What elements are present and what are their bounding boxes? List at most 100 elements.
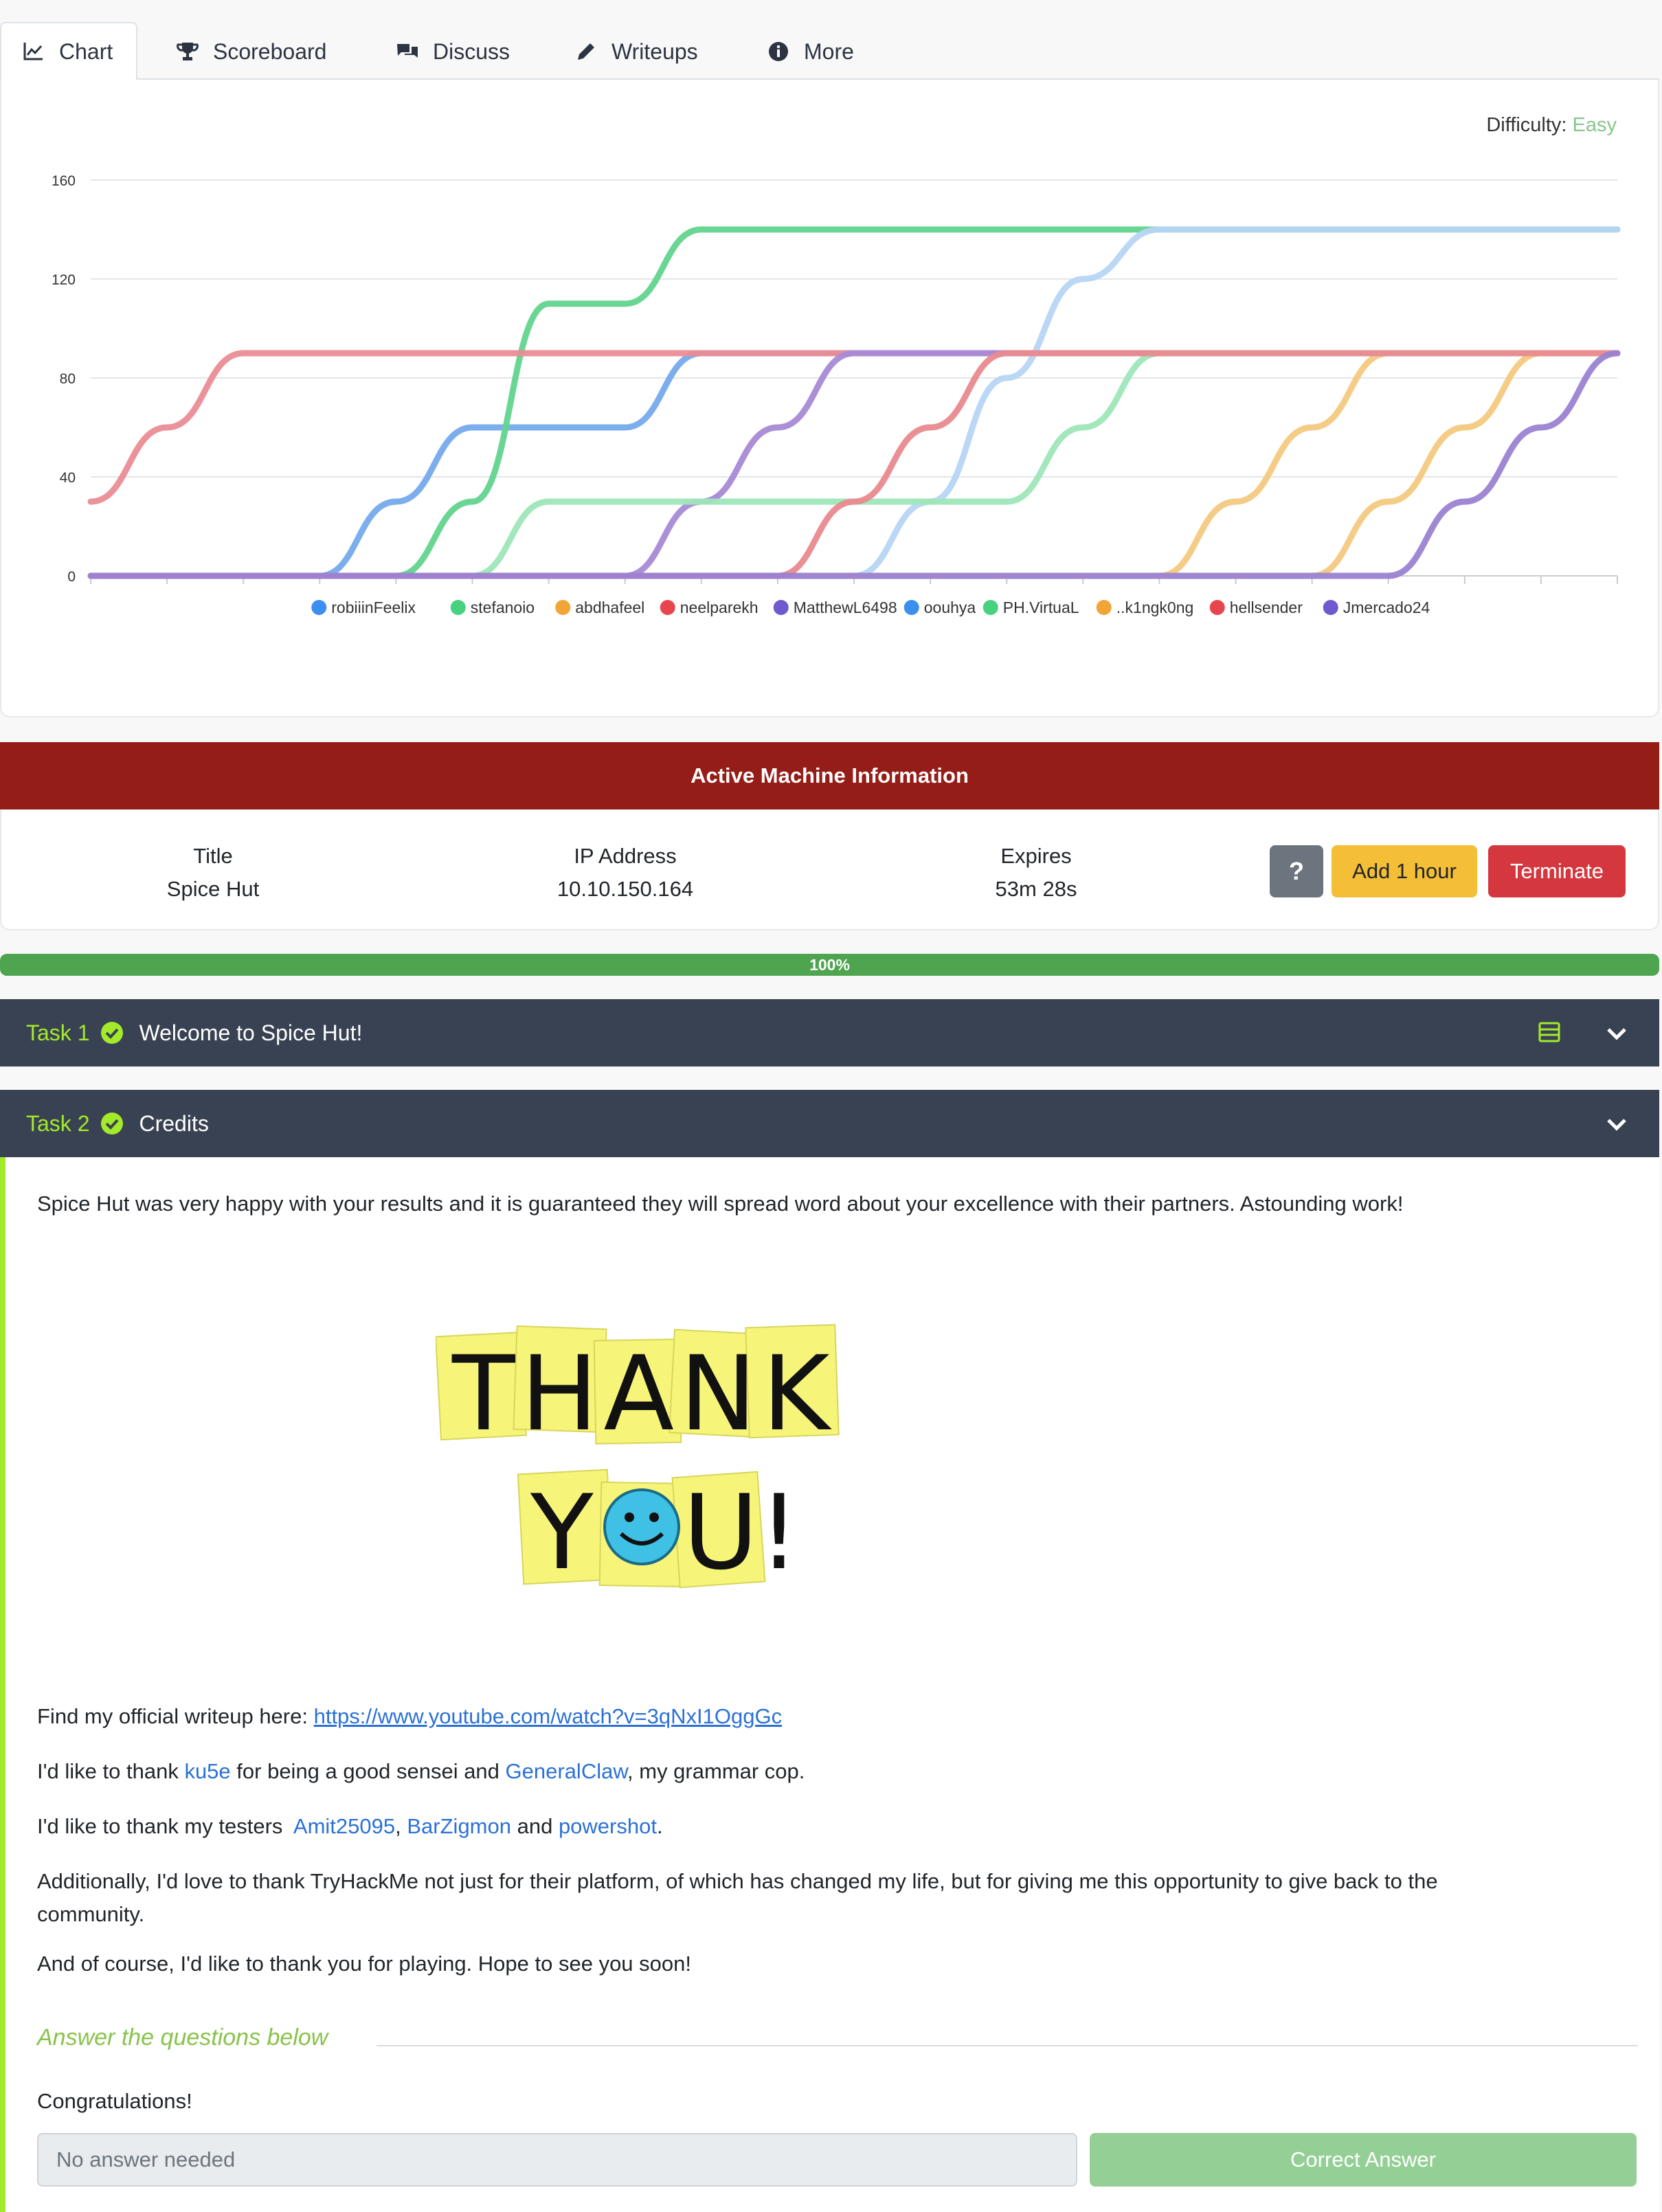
active-machine-title: Active Machine Information xyxy=(690,763,969,787)
active-machine-panel: Title Spice Hut IP Address 10.10.150.164… xyxy=(0,809,1659,930)
y-tick-label: 120 xyxy=(52,272,76,288)
chart-card: Difficulty: Easy 0 40 80 120 160 robiiinFeeli… xyxy=(0,80,1659,717)
tab-label: More xyxy=(804,38,854,64)
check-circle-icon xyxy=(101,1022,124,1044)
legend-label[interactable]: Jmercado24 xyxy=(1343,599,1430,616)
machine-title-label: Title xyxy=(193,844,233,868)
legend-marker[interactable] xyxy=(1209,600,1225,615)
add-hour-button[interactable]: Add 1 hour xyxy=(1332,845,1477,897)
series-line xyxy=(87,350,1621,579)
legend-label[interactable]: ..k1ngk0ng xyxy=(1116,599,1194,616)
series-line xyxy=(87,226,1621,579)
legend-marker[interactable] xyxy=(982,600,998,615)
progress-chart: 0 40 80 120 160 robiiinFeelix stefanoio abdhafe… xyxy=(52,173,1621,616)
additional-line-1: Additionally, I'd love to thank TryHackM… xyxy=(37,1869,1438,1893)
writeup-line: Find my official writeup here: https://w… xyxy=(37,1700,782,1733)
tab-chart[interactable]: Chart xyxy=(0,22,138,81)
chart-line-icon xyxy=(23,43,43,60)
you-text-end: U! xyxy=(683,1473,800,1593)
chevron-down-icon[interactable] xyxy=(1603,1020,1630,1047)
task-title: Credits xyxy=(139,1110,209,1136)
info-circle-icon xyxy=(769,42,788,61)
series-line xyxy=(87,350,1621,579)
comments-icon xyxy=(397,44,418,58)
legend-label[interactable]: hellsender xyxy=(1230,599,1303,616)
thank-you-image: THANK Y U! xyxy=(436,1323,840,1593)
correct-answer-button[interactable]: Correct Answer xyxy=(1090,2133,1637,2187)
pencil-icon xyxy=(578,43,594,60)
machine-title-block: Title Spice Hut xyxy=(76,840,350,906)
expires-label: Expires xyxy=(1000,844,1072,868)
tab-writeups[interactable]: Writeups xyxy=(574,23,698,80)
legend-marker[interactable] xyxy=(1096,600,1112,615)
task-1-header[interactable]: Task 1 Welcome to Spice Hut! xyxy=(0,999,1659,1066)
text: I'd like to thank my testers xyxy=(37,1814,293,1838)
progress-fill: 100% xyxy=(0,954,1659,976)
machine-title-value: Spice Hut xyxy=(166,877,260,901)
legend-marker[interactable] xyxy=(903,600,919,615)
legend-label[interactable]: MatthewL6498 xyxy=(794,599,897,616)
task-number: Task 2 xyxy=(26,1110,90,1136)
list-icon[interactable] xyxy=(1537,1020,1562,1044)
active-machine-header: Active Machine Information xyxy=(0,742,1659,809)
terminate-button[interactable]: Terminate xyxy=(1488,845,1626,897)
expires-block: Expires 53m 28s xyxy=(899,840,1173,906)
legend-marker[interactable] xyxy=(311,600,327,615)
legend-marker[interactable] xyxy=(555,600,571,615)
tab-label: Scoreboard xyxy=(213,38,327,64)
task-number: Task 1 xyxy=(26,1020,90,1045)
tab-scoreboard[interactable]: Scoreboard xyxy=(176,23,326,80)
tab-more[interactable]: More xyxy=(767,23,854,80)
ku5e-link[interactable]: ku5e xyxy=(184,1759,230,1783)
ip-address-label: IP Address xyxy=(574,844,677,868)
legend-label[interactable]: oouhya xyxy=(924,599,976,616)
legend-label[interactable]: PH.VirtuaL xyxy=(1003,599,1079,616)
task-intro: Spice Hut was very happy with your resul… xyxy=(37,1192,1404,1216)
series-line xyxy=(87,350,1621,505)
thanks-line-2: I'd like to thank my testers Amit25095, … xyxy=(37,1810,663,1843)
answer-input[interactable]: No answer needed xyxy=(37,2133,1077,2187)
legend-marker[interactable] xyxy=(773,600,789,615)
series-line xyxy=(87,350,1621,579)
tab-label: Discuss xyxy=(433,38,510,64)
help-button[interactable]: ? xyxy=(1270,845,1323,897)
legend-label[interactable]: abdhafeel xyxy=(575,599,644,616)
tab-label: Chart xyxy=(59,38,113,64)
smiley-icon xyxy=(603,1488,680,1565)
check-circle-icon xyxy=(101,1113,124,1135)
legend-label[interactable]: stefanoio xyxy=(471,599,535,616)
thanks-line-1: I'd like to thank ku5e for being a good … xyxy=(37,1755,805,1788)
series-line xyxy=(87,350,1621,579)
text: and xyxy=(510,1814,559,1838)
additional-line-2: community. xyxy=(37,1902,145,1926)
legend-label[interactable]: neelparekh xyxy=(680,599,759,616)
y-tick-label: 160 xyxy=(52,173,76,189)
writeup-prefix: Find my official writeup here: xyxy=(37,1704,314,1728)
thank-text: THANK xyxy=(451,1334,835,1454)
text: , xyxy=(395,1814,407,1838)
text: . xyxy=(656,1814,663,1838)
you-text: Y xyxy=(530,1473,594,1593)
barzigmon-link[interactable]: BarZigmon xyxy=(407,1814,511,1838)
tab-discuss[interactable]: Discuss xyxy=(396,23,510,80)
text: I'd like to thank xyxy=(37,1759,185,1783)
task-2-header[interactable]: Task 2 Credits xyxy=(0,1090,1659,1157)
legend-marker[interactable] xyxy=(1323,600,1338,615)
y-tick-label: 40 xyxy=(60,470,76,486)
y-tick-label: 80 xyxy=(60,371,76,387)
amit25095-link[interactable]: Amit25095 xyxy=(293,1814,395,1838)
question-text: Congratulations! xyxy=(37,2089,192,2113)
closing-line: And of course, I'd like to thank you for… xyxy=(37,1952,691,1976)
generalclaw-link[interactable]: GeneralClaw xyxy=(506,1759,627,1783)
legend-label[interactable]: robiiinFeelix xyxy=(331,599,416,616)
tab-label: Writeups xyxy=(611,38,698,64)
divider xyxy=(377,2045,1638,2046)
series-line xyxy=(87,350,1621,579)
legend-marker[interactable] xyxy=(450,600,466,615)
writeup-link[interactable]: https://www.youtube.com/watch?v=3qNxI1Og… xyxy=(314,1704,782,1728)
powershot-link[interactable]: powershot xyxy=(559,1814,657,1838)
chevron-down-icon[interactable] xyxy=(1603,1110,1630,1138)
expires-value: 53m 28s xyxy=(995,877,1077,901)
series-line xyxy=(87,350,1621,579)
legend-marker[interactable] xyxy=(660,600,675,615)
